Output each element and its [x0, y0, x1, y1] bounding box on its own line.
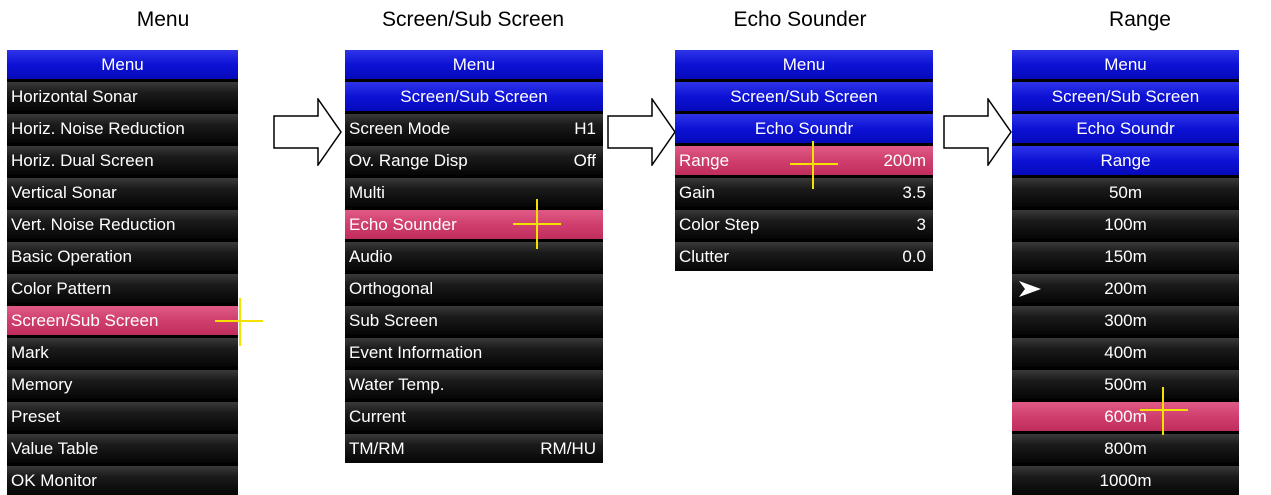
item-label: Current: [349, 407, 406, 426]
range-option-600m[interactable]: 600m: [1012, 402, 1239, 431]
menu-item-tm-rm[interactable]: TM/RM RM/HU: [345, 434, 603, 463]
crosshair-cursor-v: [239, 298, 241, 346]
item-value: 3: [916, 215, 926, 234]
range-option-400m[interactable]: 400m: [1012, 338, 1239, 367]
menu-item-basic-operation[interactable]: Basic Operation: [7, 242, 238, 271]
menu-item-water-temp[interactable]: Water Temp.: [345, 370, 603, 399]
range-option-500m[interactable]: 500m: [1012, 370, 1239, 399]
menu-item-horizontal-sonar[interactable]: Horizontal Sonar: [7, 82, 238, 111]
menu-item-audio[interactable]: Audio: [345, 242, 603, 271]
right-arrow-icon: [273, 98, 342, 166]
menu-item-range[interactable]: Range 200m: [675, 146, 933, 175]
menu-item-echo-sounder[interactable]: Echo Sounder: [345, 210, 603, 239]
menu-item-ov-range-disp[interactable]: Ov. Range Disp Off: [345, 146, 603, 175]
item-label: Screen Mode: [349, 119, 451, 138]
menu-item-value-table[interactable]: Value Table: [7, 434, 238, 463]
range-option-200m[interactable]: 200m: [1012, 274, 1239, 303]
right-arrow-icon: [607, 98, 676, 166]
menu-item-ok-monitor[interactable]: OK Monitor: [7, 466, 238, 495]
echo-soundr-header: Echo Soundr: [1012, 114, 1239, 143]
menu-header: Menu: [345, 50, 603, 79]
item-label: Gain: [679, 183, 715, 202]
range-option-150m[interactable]: 150m: [1012, 242, 1239, 271]
item-value: Off: [573, 151, 596, 170]
range-option-50m[interactable]: 50m: [1012, 178, 1239, 207]
menu-item-sub-screen[interactable]: Sub Screen: [345, 306, 603, 335]
menu-item-event-information[interactable]: Event Information: [345, 338, 603, 367]
crosshair-cursor-h: [790, 163, 838, 165]
item-value: 0.0: [902, 247, 926, 266]
menu-item-horiz-noise-reduction[interactable]: Horiz. Noise Reduction: [7, 114, 238, 143]
item-label: Multi: [349, 183, 385, 202]
pointer-arrow-icon: [1019, 281, 1041, 297]
crosshair-cursor-v: [812, 141, 814, 189]
menu-header: Menu: [7, 50, 238, 79]
range-panel: Menu Screen/Sub Screen Echo Soundr Range…: [1012, 50, 1239, 495]
crosshair-cursor-v: [536, 199, 538, 249]
range-option-label: 200m: [1104, 279, 1147, 298]
crosshair-cursor-h: [1140, 409, 1188, 411]
item-label: Water Temp.: [349, 375, 445, 394]
menu-item-vertical-sonar[interactable]: Vertical Sonar: [7, 178, 238, 207]
item-label: Color Step: [679, 215, 760, 234]
menu-item-horiz-dual-screen[interactable]: Horiz. Dual Screen: [7, 146, 238, 175]
item-label: TM/RM: [349, 439, 405, 458]
item-label: Orthogonal: [349, 279, 434, 298]
item-label: Echo Sounder: [349, 215, 457, 234]
echo-soundr-header: Echo Soundr: [675, 114, 933, 143]
range-header: Range: [1012, 146, 1239, 175]
menu-item-mark[interactable]: Mark: [7, 338, 238, 367]
title-echo-sounder: Echo Sounder: [733, 8, 867, 31]
menu-item-memory[interactable]: Memory: [7, 370, 238, 399]
submenu-header: Screen/Sub Screen: [1012, 82, 1239, 111]
menu-header: Menu: [1012, 50, 1239, 79]
menu-item-screen-mode[interactable]: Screen Mode H1: [345, 114, 603, 143]
item-value: RM/HU: [540, 439, 596, 458]
range-option-1000m[interactable]: 1000m: [1012, 466, 1239, 495]
title-menu: Menu: [136, 8, 190, 31]
echo-sounder-panel: Menu Screen/Sub Screen Echo Soundr Range…: [675, 50, 933, 271]
item-value: H1: [574, 119, 596, 138]
right-arrow-icon: [943, 98, 1012, 166]
menu-item-clutter[interactable]: Clutter 0.0: [675, 242, 933, 271]
range-option-100m[interactable]: 100m: [1012, 210, 1239, 239]
item-label: Event Information: [349, 343, 483, 362]
menu-item-current[interactable]: Current: [345, 402, 603, 431]
range-option-300m[interactable]: 300m: [1012, 306, 1239, 335]
range-option-800m[interactable]: 800m: [1012, 434, 1239, 463]
crosshair-cursor-v: [1162, 387, 1164, 435]
item-label: Ov. Range Disp: [349, 151, 468, 170]
menu-item-color-pattern[interactable]: Color Pattern: [7, 274, 238, 303]
title-range: Range: [1109, 8, 1171, 31]
item-value: 3.5: [902, 183, 926, 202]
menu-item-orthogonal[interactable]: Orthogonal: [345, 274, 603, 303]
menu-item-vert-noise-reduction[interactable]: Vert. Noise Reduction: [7, 210, 238, 239]
title-screen-sub-screen: Screen/Sub Screen: [381, 8, 565, 31]
main-menu-panel: Menu Horizontal Sonar Horiz. Noise Reduc…: [7, 50, 238, 495]
screen-sub-screen-panel: Menu Screen/Sub Screen Screen Mode H1 Ov.…: [345, 50, 603, 463]
item-label: Sub Screen: [349, 311, 438, 330]
menu-item-gain[interactable]: Gain 3.5: [675, 178, 933, 207]
menu-item-preset[interactable]: Preset: [7, 402, 238, 431]
item-label: Range: [679, 151, 730, 170]
menu-item-screen-sub-screen[interactable]: Screen/Sub Screen: [7, 306, 238, 335]
menu-item-multi[interactable]: Multi: [345, 178, 603, 207]
submenu-header: Screen/Sub Screen: [675, 82, 933, 111]
menu-item-color-step[interactable]: Color Step 3: [675, 210, 933, 239]
menu-header: Menu: [675, 50, 933, 79]
item-label: Clutter: [679, 247, 730, 266]
item-value: 200m: [883, 151, 926, 170]
submenu-header: Screen/Sub Screen: [345, 82, 603, 111]
item-label: Audio: [349, 247, 393, 266]
